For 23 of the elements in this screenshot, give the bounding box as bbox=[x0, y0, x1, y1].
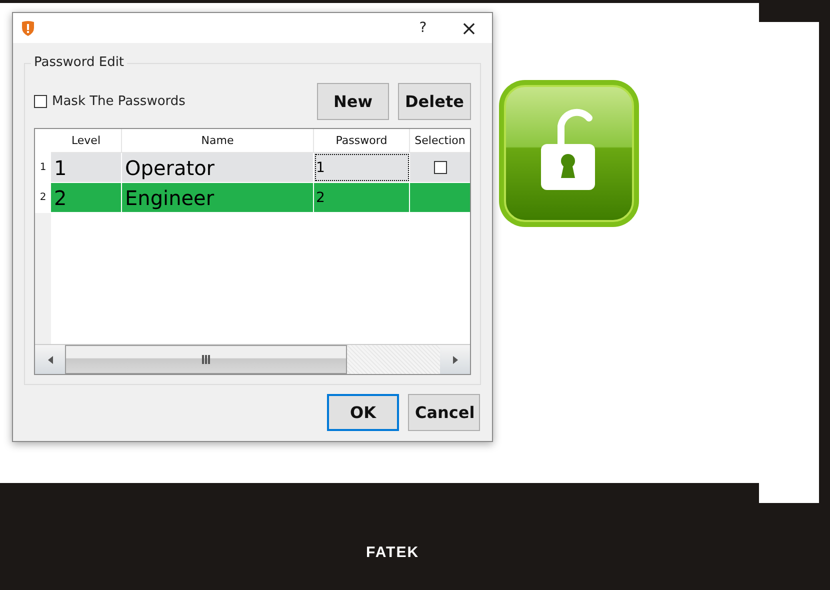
unlock-icon bbox=[497, 78, 641, 229]
table-cell[interactable]: Engineer bbox=[122, 183, 314, 212]
shield-icon bbox=[21, 20, 35, 36]
table-cell[interactable]: 2 bbox=[51, 183, 122, 212]
table-cell[interactable] bbox=[410, 153, 470, 182]
cancel-button[interactable]: Cancel bbox=[408, 394, 480, 431]
ok-button[interactable]: OK bbox=[327, 394, 399, 431]
table-cell[interactable]: 2 bbox=[314, 183, 410, 212]
table-cell[interactable]: 1 bbox=[51, 153, 122, 182]
horizontal-scrollbar[interactable] bbox=[35, 344, 470, 374]
grip-icon bbox=[202, 355, 210, 364]
help-button[interactable]: ? bbox=[400, 13, 446, 43]
selection-checkbox[interactable] bbox=[434, 161, 446, 174]
mask-passwords-checkbox[interactable]: Mask The Passwords bbox=[34, 94, 186, 109]
table-cell[interactable]: 1 bbox=[314, 153, 410, 182]
close-button[interactable]: × bbox=[446, 13, 492, 43]
delete-button[interactable]: Delete bbox=[398, 83, 471, 120]
table-cell[interactable]: Operator bbox=[122, 153, 314, 182]
new-button[interactable]: New bbox=[317, 83, 389, 120]
right-arrow-icon[interactable] bbox=[452, 356, 458, 364]
left-arrow-icon[interactable] bbox=[48, 356, 52, 364]
table-cell[interactable] bbox=[410, 183, 470, 212]
brand-logo-text: FATEK bbox=[366, 544, 420, 561]
